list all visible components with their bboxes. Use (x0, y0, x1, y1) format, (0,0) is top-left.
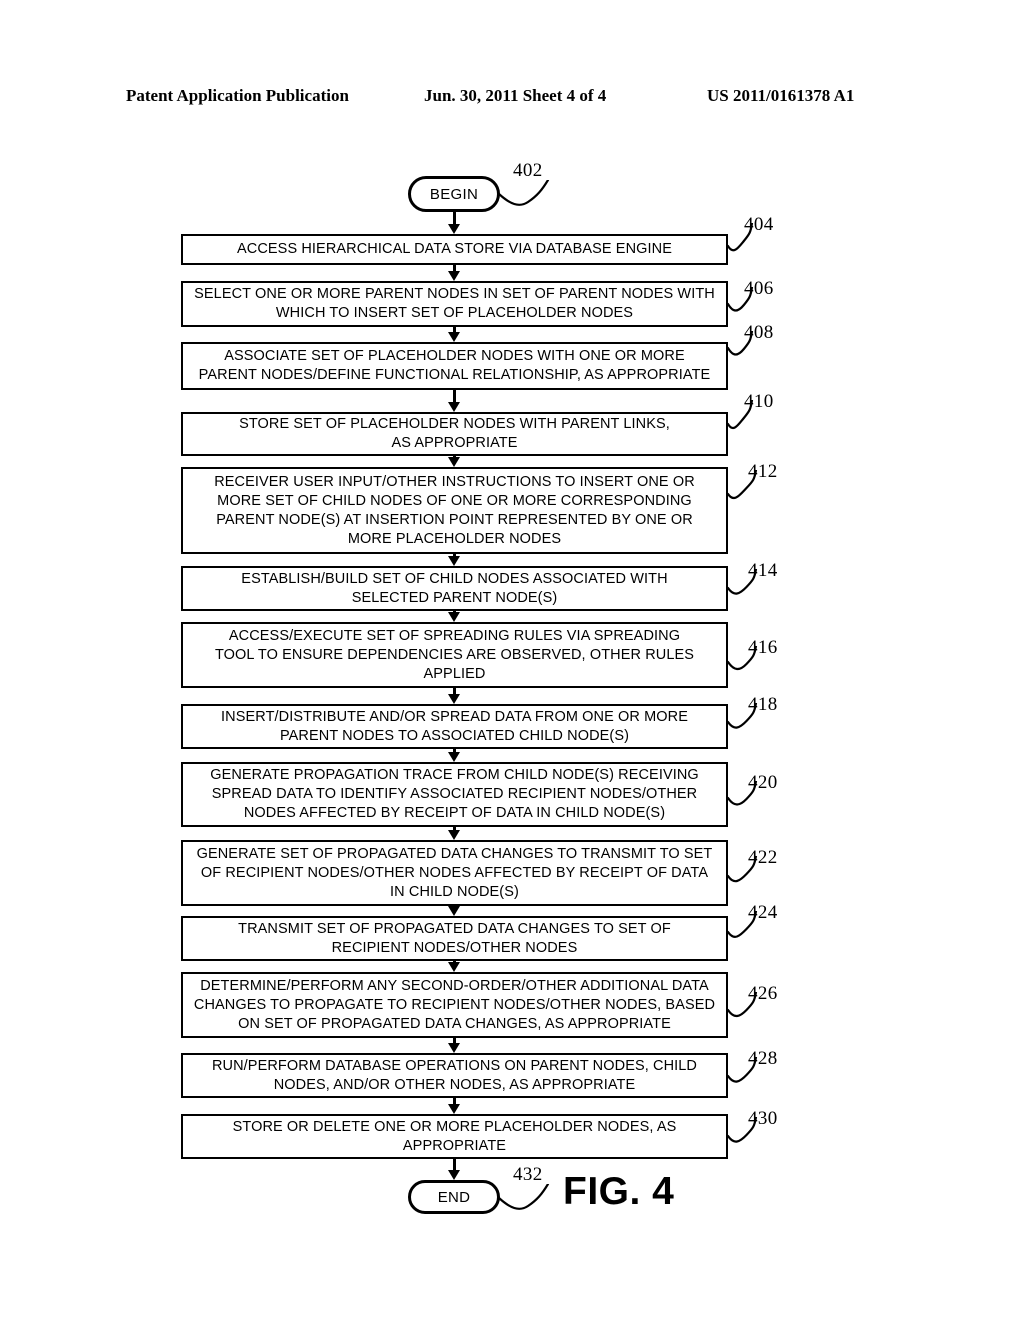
ref-numeral-404: 404 (744, 214, 774, 235)
ref-numeral-406: 406 (744, 278, 774, 299)
flow-step-418: INSERT/DISTRIBUTE AND/OR SPREAD DATA FRO… (181, 704, 728, 749)
connector-arrow-begin-404 (448, 212, 460, 234)
ref-numeral-430: 430 (748, 1108, 778, 1129)
flow-step-420: GENERATE PROPAGATION TRACE FROM CHILD NO… (181, 762, 728, 827)
flow-node-begin: BEGIN (408, 176, 500, 212)
ref-numeral-422: 422 (748, 847, 778, 868)
flow-step-422-label: GENERATE SET OF PROPAGATED DATA CHANGES … (196, 845, 713, 900)
flow-node-begin-label: BEGIN (429, 185, 479, 203)
ref-numeral-432: 432 (513, 1164, 543, 1185)
connector-arrow-408-410 (448, 390, 460, 412)
flowchart-figure: BEGIN 402 ACCESS HIERARCHICAL DATA STORE V… (0, 0, 1024, 1320)
ref-numeral-428: 428 (748, 1048, 778, 1069)
connector-arrow-414-416 (448, 611, 460, 622)
connector-arrow-428-430 (448, 1098, 460, 1114)
connector-arrow-426-428 (448, 1038, 460, 1053)
flow-step-416: ACCESS/EXECUTE SET OF SPREADING RULES VI… (181, 622, 728, 688)
ref-numeral-414: 414 (748, 560, 778, 581)
flow-step-408-label: ASSOCIATE SET OF PLACEHOLDER NODES WITH … (198, 348, 711, 383)
flow-step-412: RECEIVER USER INPUT/OTHER INSTRUCTIONS T… (181, 467, 728, 554)
ref-leader-432 (499, 1184, 550, 1210)
flow-step-422: GENERATE SET OF PROPAGATED DATA CHANGES … (181, 840, 728, 906)
flow-node-end: END (408, 1180, 500, 1214)
flow-step-404-label: ACCESS HIERARCHICAL DATA STORE VIA DATAB… (236, 241, 672, 257)
ref-numeral-418: 418 (748, 694, 778, 715)
flow-step-414: ESTABLISH/BUILD SET OF CHILD NODES ASSOC… (181, 566, 728, 611)
ref-numeral-424: 424 (748, 902, 778, 923)
flow-step-418-label: INSERT/DISTRIBUTE AND/OR SPREAD DATA FRO… (221, 708, 688, 744)
flow-step-428-label: RUN/PERFORM DATABASE OPERATIONS ON PAREN… (211, 1057, 698, 1093)
figure-caption: FIG. 4 (563, 1170, 675, 1213)
flow-step-416-label: ACCESS/EXECUTE SET OF SPREADING RULES VI… (214, 627, 695, 682)
flow-step-426: DETERMINE/PERFORM ANY SECOND-ORDER/OTHER… (181, 972, 728, 1038)
flow-step-414-label: ESTABLISH/BUILD SET OF CHILD NODES ASSOC… (241, 570, 668, 606)
flow-step-420-label: GENERATE PROPAGATION TRACE FROM CHILD NO… (210, 767, 699, 821)
ref-numeral-426: 426 (748, 983, 778, 1004)
connector-arrow-412-414 (448, 554, 460, 566)
flow-step-426-label: DETERMINE/PERFORM ANY SECOND-ORDER/OTHER… (193, 977, 716, 1032)
ref-numeral-416: 416 (748, 637, 778, 658)
flow-step-408: ASSOCIATE SET OF PLACEHOLDER NODES WITH … (181, 342, 728, 390)
flow-step-430-label: STORE OR DELETE ONE OR MORE PLACEHOLDER … (232, 1118, 677, 1154)
ref-numeral-402: 402 (513, 160, 543, 181)
connector-arrow-416-418 (448, 688, 460, 704)
flow-step-410: STORE SET OF PLACEHOLDER NODES WITH PARE… (181, 412, 728, 456)
flow-step-404: ACCESS HIERARCHICAL DATA STORE VIA DATAB… (181, 234, 728, 265)
connector-arrow-424-426 (448, 961, 460, 972)
connector-arrow-404-406 (448, 265, 460, 281)
connector-arrow-406-408 (448, 327, 460, 342)
flow-step-406-label: SELECT ONE OR MORE PARENT NODES IN SET O… (194, 286, 715, 321)
ref-numeral-412: 412 (748, 461, 778, 482)
ref-leader-402 (499, 180, 550, 206)
connector-arrow-422-424 (448, 906, 460, 916)
connector-arrow-420-422 (448, 827, 460, 840)
connector-arrow-430-432 (448, 1159, 460, 1180)
flow-step-430: STORE OR DELETE ONE OR MORE PLACEHOLDER … (181, 1114, 728, 1159)
flow-step-410-label: STORE SET OF PLACEHOLDER NODES WITH PARE… (239, 416, 670, 451)
ref-numeral-420: 420 (748, 772, 778, 793)
connector-arrow-418-420 (448, 749, 460, 762)
flow-step-424: TRANSMIT SET OF PROPAGATED DATA CHANGES … (181, 916, 728, 961)
flow-node-end-label: END (437, 1188, 471, 1206)
flow-step-406: SELECT ONE OR MORE PARENT NODES IN SET O… (181, 281, 728, 327)
connector-arrow-410-412 (448, 456, 460, 467)
ref-numeral-410: 410 (744, 391, 774, 412)
flow-step-424-label: TRANSMIT SET OF PROPAGATED DATA CHANGES … (238, 920, 671, 956)
flow-step-428: RUN/PERFORM DATABASE OPERATIONS ON PAREN… (181, 1053, 728, 1098)
flow-step-412-label: RECEIVER USER INPUT/OTHER INSTRUCTIONS T… (214, 473, 695, 547)
ref-numeral-408: 408 (744, 322, 774, 343)
